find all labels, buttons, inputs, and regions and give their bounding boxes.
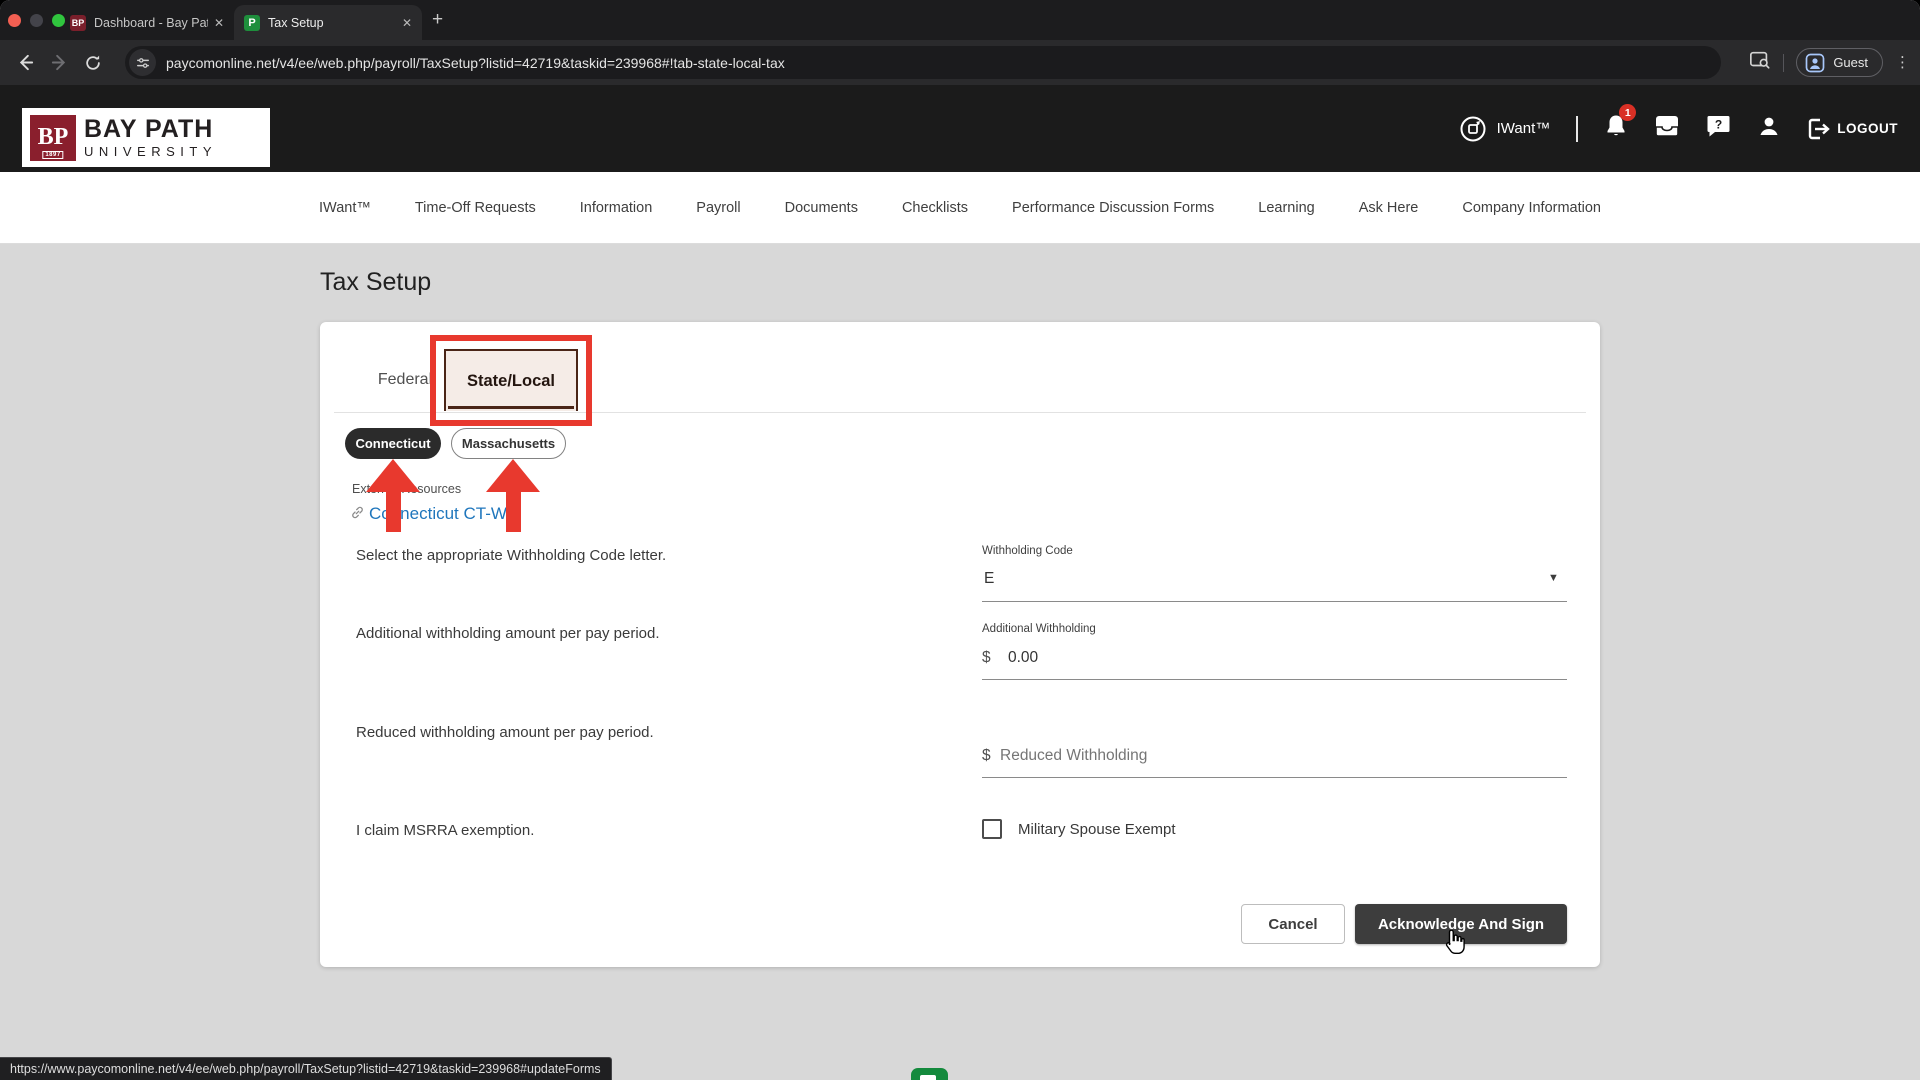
military-spouse-exempt-label: Military Spouse Exempt	[1018, 821, 1176, 838]
paycom-chat-widget[interactable]	[911, 1068, 948, 1080]
guest-avatar-icon	[1805, 53, 1825, 73]
military-spouse-exempt-checkbox[interactable]	[982, 819, 1002, 839]
logout-button[interactable]: LOGOUT	[1807, 118, 1898, 140]
status-bar-url: https://www.paycomonline.net/v4/ee/web.p…	[0, 1057, 612, 1080]
new-tab-button[interactable]: +	[432, 10, 443, 29]
site-settings-icon[interactable]	[129, 49, 156, 76]
header-actions: IWant™ 1 ? LOGOUT	[1459, 85, 1898, 172]
question-additional-withholding: Additional withholding amount per pay pe…	[356, 625, 660, 642]
logo-name-line1: BAY PATH	[84, 117, 217, 142]
close-tab-icon[interactable]: ✕	[402, 16, 412, 30]
withholding-code-value[interactable]: E	[984, 570, 994, 588]
withholding-code-field-label: Withholding Code	[982, 545, 1073, 557]
browser-tab-strip: BP Dashboard - Bay Path Univers ✕ P Tax …	[0, 0, 1920, 40]
side-search-icon[interactable]	[1749, 50, 1771, 75]
browser-toolbar: paycomonline.net/v4/ee/web.php/payroll/T…	[0, 40, 1920, 85]
question-reduced-withholding: Reduced withholding amount per pay perio…	[356, 724, 654, 741]
toolbar-right: Guest ⋮	[1749, 46, 1910, 79]
inbox-button[interactable]	[1654, 114, 1680, 143]
reduced-withholding-underline	[982, 777, 1567, 778]
logo-name-line2: UNIVERSITY	[84, 145, 217, 158]
tax-setup-card: Federal State/Local Connecticut Massachu…	[320, 322, 1600, 967]
withholding-code-underline	[982, 601, 1567, 602]
iwant-icon	[1459, 115, 1487, 143]
page-title: Tax Setup	[320, 268, 431, 297]
additional-withholding-input[interactable]: 0.00	[1008, 649, 1038, 667]
nav-item-time-off-requests[interactable]: Time-Off Requests	[415, 200, 536, 216]
profile-button[interactable]: Guest	[1796, 48, 1883, 77]
nav-item-payroll[interactable]: Payroll	[696, 200, 740, 216]
close-tab-icon[interactable]: ✕	[214, 16, 224, 30]
logout-label: LOGOUT	[1837, 121, 1898, 136]
minimize-window-button[interactable]	[30, 14, 43, 27]
additional-withholding-underline	[982, 679, 1567, 680]
account-button[interactable]	[1757, 114, 1781, 143]
tab-title: Tax Setup	[268, 16, 396, 30]
help-bubble-icon: ?	[1706, 114, 1731, 138]
iwant-button[interactable]: IWant™	[1459, 115, 1551, 143]
browser-window: BP Dashboard - Bay Path Univers ✕ P Tax …	[0, 0, 1920, 1080]
nav-item-company-information[interactable]: Company Information	[1462, 200, 1601, 216]
state-pill-connecticut[interactable]: Connecticut	[345, 428, 441, 459]
inbox-tray-icon	[1654, 114, 1680, 138]
profile-label: Guest	[1833, 55, 1868, 70]
nav-item-iwant[interactable]: IWant™	[319, 200, 371, 216]
additional-withholding-field-label: Additional Withholding	[982, 623, 1096, 635]
cancel-button[interactable]: Cancel	[1241, 904, 1345, 944]
mouse-cursor-icon	[1440, 930, 1466, 963]
window-controls	[8, 14, 65, 27]
annotation-highlight-box	[430, 335, 592, 426]
app-header: BP 1897 BAY PATH UNIVERSITY IWant™ 1 ?	[0, 85, 1920, 172]
annotation-arrow-connecticut	[366, 459, 420, 532]
browser-menu-icon[interactable]: ⋮	[1895, 60, 1910, 65]
nav-item-performance-discussion-forms[interactable]: Performance Discussion Forms	[1012, 200, 1214, 216]
notification-count-badge: 1	[1619, 104, 1636, 121]
back-icon[interactable]	[8, 46, 42, 80]
state-pill-massachusetts[interactable]: Massachusetts	[451, 428, 566, 459]
nav-item-learning[interactable]: Learning	[1258, 200, 1314, 216]
notifications-button[interactable]: 1	[1604, 113, 1628, 144]
nav-item-documents[interactable]: Documents	[785, 200, 858, 216]
nav-item-information[interactable]: Information	[580, 200, 653, 216]
tab-tax-setup[interactable]: P Tax Setup ✕	[234, 5, 422, 40]
baypath-monogram-icon: BP 1897	[30, 115, 76, 161]
url-text[interactable]: paycomonline.net/v4/ee/web.php/payroll/T…	[166, 55, 785, 71]
nav-item-checklists[interactable]: Checklists	[902, 200, 968, 216]
question-msrra-exemption: I claim MSRRA exemption.	[356, 822, 534, 839]
address-bar[interactable]: paycomonline.net/v4/ee/web.php/payroll/T…	[125, 46, 1721, 79]
currency-symbol: $	[982, 649, 991, 667]
chevron-down-icon[interactable]: ▼	[1548, 572, 1559, 584]
link-icon	[351, 506, 364, 519]
logout-icon	[1807, 118, 1831, 140]
svg-text:?: ?	[1715, 118, 1722, 132]
baypath-logo[interactable]: BP 1897 BAY PATH UNIVERSITY	[22, 108, 270, 167]
iwant-label: IWant™	[1497, 120, 1551, 137]
nav-item-ask-here[interactable]: Ask Here	[1359, 200, 1419, 216]
main-navigation: IWant™ Time-Off Requests Information Pay…	[0, 172, 1920, 244]
tab-title: Dashboard - Bay Path Univers	[94, 16, 208, 30]
forward-icon[interactable]	[42, 46, 76, 80]
annotation-arrow-massachusetts	[486, 459, 540, 532]
reload-icon[interactable]	[76, 46, 110, 80]
question-withholding-code: Select the appropriate Withholding Code …	[356, 547, 666, 564]
baypath-favicon-icon: BP	[70, 15, 86, 31]
paycom-favicon-icon: P	[244, 15, 260, 31]
tab-dashboard[interactable]: BP Dashboard - Bay Path Univers ✕	[60, 5, 234, 40]
toolbar-separator	[1783, 54, 1784, 72]
person-icon	[1757, 114, 1781, 138]
help-button[interactable]: ?	[1706, 114, 1731, 143]
close-window-button[interactable]	[8, 14, 21, 27]
currency-symbol: $	[982, 747, 991, 765]
header-separator	[1576, 116, 1578, 142]
reduced-withholding-input[interactable]: Reduced Withholding	[1000, 747, 1147, 765]
